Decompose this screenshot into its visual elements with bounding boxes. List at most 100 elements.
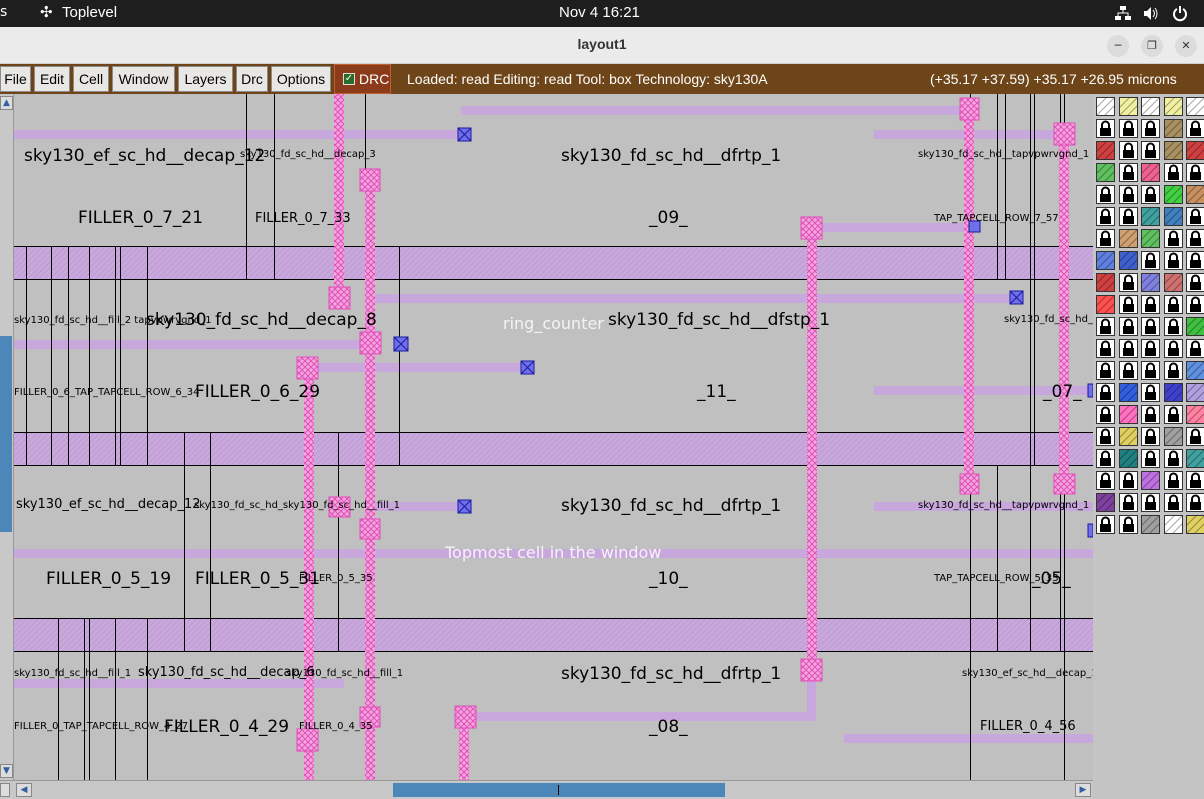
layer-lock-icon[interactable] bbox=[1163, 317, 1183, 336]
layer-lock-icon[interactable] bbox=[1118, 207, 1138, 226]
layer-lock-icon[interactable] bbox=[1096, 317, 1115, 336]
layer-lock-icon[interactable] bbox=[1163, 163, 1183, 182]
layer-lock-icon[interactable] bbox=[1141, 339, 1160, 358]
layer-lock-icon[interactable] bbox=[1163, 449, 1183, 468]
layer-swatch[interactable] bbox=[1137, 269, 1164, 296]
layer-swatch[interactable] bbox=[1160, 423, 1186, 450]
menu-file[interactable]: File bbox=[0, 66, 31, 92]
close-icon[interactable]: ✕ bbox=[1175, 35, 1197, 57]
menu-edit[interactable]: Edit bbox=[34, 66, 70, 92]
layer-lock-icon[interactable] bbox=[1096, 383, 1115, 402]
layer-swatch[interactable] bbox=[1160, 269, 1186, 296]
layer-lock-icon[interactable] bbox=[1096, 229, 1115, 248]
layer-swatch[interactable] bbox=[1115, 401, 1141, 428]
layer-lock-icon[interactable] bbox=[1163, 405, 1183, 424]
scroll-up-icon[interactable]: ▲ bbox=[0, 96, 13, 110]
layer-lock-icon[interactable] bbox=[1141, 449, 1160, 468]
layer-swatch[interactable] bbox=[1137, 225, 1164, 252]
layer-lock-icon[interactable] bbox=[1141, 317, 1160, 336]
layer-lock-icon[interactable] bbox=[1118, 317, 1138, 336]
layer-lock-icon[interactable] bbox=[1186, 251, 1204, 270]
layer-swatch[interactable] bbox=[1182, 313, 1204, 340]
layer-swatch[interactable] bbox=[1182, 93, 1204, 120]
layer-swatch[interactable] bbox=[1182, 511, 1204, 538]
clock[interactable]: Nov 4 16:21 bbox=[559, 4, 640, 21]
layer-swatch[interactable] bbox=[1137, 159, 1164, 186]
layer-swatch[interactable] bbox=[1137, 511, 1164, 538]
layer-lock-icon[interactable] bbox=[1118, 515, 1138, 534]
layer-swatch[interactable] bbox=[1182, 181, 1204, 208]
layer-lock-icon[interactable] bbox=[1141, 185, 1160, 204]
layer-lock-icon[interactable] bbox=[1186, 119, 1204, 138]
layer-swatch[interactable] bbox=[1182, 379, 1204, 406]
scroll-corner[interactable] bbox=[0, 783, 10, 797]
layer-swatch[interactable] bbox=[1092, 93, 1119, 120]
layer-lock-icon[interactable] bbox=[1096, 449, 1115, 468]
layer-lock-icon[interactable] bbox=[1118, 185, 1138, 204]
layer-swatch[interactable] bbox=[1115, 423, 1141, 450]
layer-lock-icon[interactable] bbox=[1163, 493, 1183, 512]
layer-lock-icon[interactable] bbox=[1096, 515, 1115, 534]
vertical-scrollbar[interactable]: ▲ ▼ bbox=[0, 94, 14, 780]
layer-swatch[interactable] bbox=[1160, 93, 1186, 120]
horizontal-scrollbar[interactable]: ◀ ▶ bbox=[0, 780, 1093, 799]
layer-lock-icon[interactable] bbox=[1186, 163, 1204, 182]
layer-swatch[interactable] bbox=[1115, 247, 1141, 274]
layer-lock-icon[interactable] bbox=[1118, 471, 1138, 490]
layer-lock-icon[interactable] bbox=[1163, 471, 1183, 490]
layer-lock-icon[interactable] bbox=[1096, 405, 1115, 424]
layer-swatch[interactable] bbox=[1182, 357, 1204, 384]
layer-swatch[interactable] bbox=[1160, 115, 1186, 142]
layer-lock-icon[interactable] bbox=[1141, 427, 1160, 446]
drc-checkbox-icon[interactable]: ✓ bbox=[343, 73, 355, 85]
menu-layers[interactable]: Layers bbox=[178, 66, 233, 92]
layer-lock-icon[interactable] bbox=[1096, 119, 1115, 138]
layer-lock-icon[interactable] bbox=[1186, 471, 1204, 490]
menu-drc[interactable]: Drc bbox=[236, 66, 268, 92]
layer-lock-icon[interactable] bbox=[1118, 361, 1138, 380]
layer-lock-icon[interactable] bbox=[1141, 119, 1160, 138]
layer-lock-icon[interactable] bbox=[1186, 427, 1204, 446]
layer-lock-icon[interactable] bbox=[1186, 295, 1204, 314]
layer-lock-icon[interactable] bbox=[1141, 251, 1160, 270]
layer-swatch[interactable] bbox=[1115, 379, 1141, 406]
volume-icon[interactable] bbox=[1143, 6, 1159, 21]
layer-swatch[interactable] bbox=[1137, 203, 1164, 230]
vertical-scroll-thumb[interactable] bbox=[0, 336, 12, 532]
layer-swatch[interactable] bbox=[1092, 291, 1119, 318]
minimize-icon[interactable]: ─ bbox=[1107, 35, 1129, 57]
scroll-right-icon[interactable]: ▶ bbox=[1075, 783, 1091, 797]
maximize-icon[interactable]: ❐ bbox=[1141, 35, 1163, 57]
layer-swatch[interactable] bbox=[1092, 269, 1119, 296]
layer-swatch[interactable] bbox=[1160, 511, 1186, 538]
layer-lock-icon[interactable] bbox=[1163, 251, 1183, 270]
layer-swatch[interactable] bbox=[1115, 93, 1141, 120]
layer-lock-icon[interactable] bbox=[1096, 339, 1115, 358]
layer-swatch[interactable] bbox=[1137, 93, 1164, 120]
menu-cell[interactable]: Cell bbox=[73, 66, 109, 92]
layer-swatch[interactable] bbox=[1160, 203, 1186, 230]
scroll-down-icon[interactable]: ▼ bbox=[0, 764, 13, 778]
layer-swatch[interactable] bbox=[1092, 137, 1119, 164]
menu-window[interactable]: Window bbox=[112, 66, 175, 92]
layer-lock-icon[interactable] bbox=[1096, 471, 1115, 490]
scroll-left-icon[interactable]: ◀ bbox=[16, 783, 32, 797]
layer-swatch[interactable] bbox=[1092, 159, 1119, 186]
layer-swatch[interactable] bbox=[1160, 181, 1186, 208]
layer-lock-icon[interactable] bbox=[1141, 493, 1160, 512]
layer-lock-icon[interactable] bbox=[1163, 339, 1183, 358]
app-menu-label[interactable]: Toplevel bbox=[62, 4, 117, 21]
layer-lock-icon[interactable] bbox=[1141, 383, 1160, 402]
layer-swatch[interactable] bbox=[1115, 225, 1141, 252]
layer-lock-icon[interactable] bbox=[1186, 339, 1204, 358]
layer-swatch[interactable] bbox=[1092, 247, 1119, 274]
layer-lock-icon[interactable] bbox=[1118, 119, 1138, 138]
layer-lock-icon[interactable] bbox=[1118, 163, 1138, 182]
layer-lock-icon[interactable] bbox=[1141, 295, 1160, 314]
layer-swatch[interactable] bbox=[1092, 489, 1119, 516]
layer-lock-icon[interactable] bbox=[1141, 141, 1160, 160]
layer-lock-icon[interactable] bbox=[1186, 229, 1204, 248]
layer-swatch[interactable] bbox=[1115, 445, 1141, 472]
app-icon[interactable]: ✣ bbox=[40, 3, 53, 21]
layer-swatch[interactable] bbox=[1137, 467, 1164, 494]
